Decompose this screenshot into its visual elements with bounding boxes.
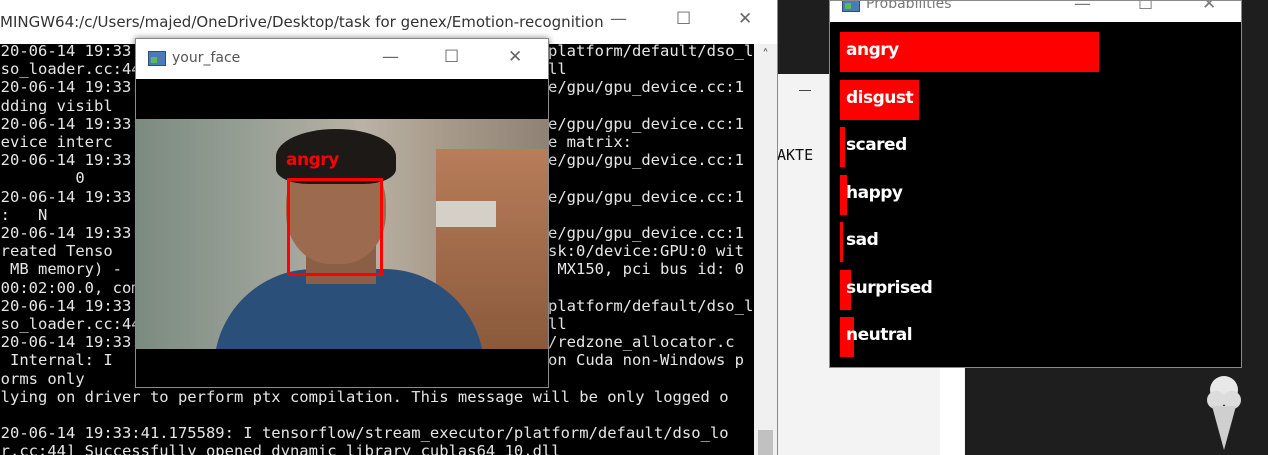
terminal-line-fragment: sk:0/device:GPU:0 wit bbox=[548, 242, 744, 261]
probability-label-disgust: disgust bbox=[846, 87, 914, 108]
terminal-line: 2020-06-14 19:33:41.175589: I tensorflow… bbox=[0, 424, 729, 443]
terminal-line: 2020-06-14 19:33:4 bbox=[0, 296, 150, 315]
face-maximize-button[interactable]: ☐ bbox=[444, 47, 459, 67]
terminal-line-fragment: e matrix: bbox=[548, 133, 632, 151]
terminal-line-fragment: e/gpu/gpu_device.cc:1 bbox=[548, 151, 744, 170]
terminal-line-fragment: ll bbox=[548, 315, 567, 333]
webcam-frame: angry bbox=[136, 119, 548, 349]
probability-label-surprised: surprised bbox=[846, 277, 933, 298]
terminal-line: 0: N bbox=[0, 205, 48, 224]
face-close-button[interactable]: ✕ bbox=[508, 47, 522, 67]
terminal-line-fragment: /redzone_allocator.c bbox=[548, 333, 735, 352]
terminal-line: Created Tenso bbox=[0, 242, 113, 261]
terminal-line: 2020-06-14 19:33:4 bbox=[0, 333, 150, 352]
terminal-line-fragment: e/gpu/gpu_device.cc:1 bbox=[548, 78, 744, 97]
probability-bar-scared bbox=[840, 127, 845, 167]
terminal-line-fragment: ll bbox=[548, 60, 567, 79]
terminal-line: 2] Internal: I bbox=[0, 351, 113, 370]
background-window-text: AKTE bbox=[777, 146, 814, 164]
scrollbar-thumb[interactable] bbox=[758, 430, 773, 455]
terminal-line: 2020-06-14 19:33:3 bbox=[0, 78, 150, 97]
terminal-line-fragment: e/gpu/gpu_device.cc:1 bbox=[548, 224, 744, 242]
terminal-minimize-button[interactable]: — bbox=[610, 9, 627, 29]
probability-label-happy: happy bbox=[846, 182, 903, 203]
terminal-line-fragment: e/gpu/gpu_device.cc:1 bbox=[548, 114, 744, 133]
face-titlebar[interactable]: your_face — ☐ ✕ bbox=[136, 39, 548, 79]
terminal-line: 0 bbox=[75, 169, 85, 188]
terminal-line: (0 MB memory) - bbox=[0, 260, 122, 279]
probability-label-scared: scared bbox=[846, 135, 907, 155]
app-icon bbox=[148, 51, 166, 66]
terminal-line: Device interc bbox=[0, 133, 113, 151]
terminal-line: 2020-06-14 19:33:3 bbox=[0, 224, 150, 242]
minimize-dash bbox=[799, 90, 811, 91]
probability-label-angry: angry bbox=[846, 40, 899, 60]
probability-bar-sad bbox=[840, 222, 843, 262]
terminal-line-fragment: on Cuda non-Windows p bbox=[548, 351, 744, 370]
face-detection-box bbox=[287, 178, 383, 276]
probabilities-title: Probabilities bbox=[866, 1, 952, 12]
probabilities-maximize-button[interactable]: ☐ bbox=[1138, 1, 1153, 14]
terminal-title: MINGW64:/c/Users/majed/OneDrive/Desktop/… bbox=[0, 13, 604, 31]
app-icon bbox=[842, 1, 860, 12]
scroll-up-icon[interactable]: ˄ bbox=[754, 48, 777, 63]
terminal-line: 2020-06-14 19:33:3 bbox=[0, 114, 150, 133]
terminal-line: der.cc:44] Successfully opened dynamic l… bbox=[0, 442, 561, 455]
terminal-line: Relying on driver to perform ptx compila… bbox=[0, 387, 729, 406]
terminal-line: Adding visibl bbox=[0, 96, 113, 115]
terminal-line: 2020-06-14 19:33:3 bbox=[0, 151, 150, 170]
terminal-line-fragment: MX150, pci bus id: 0 bbox=[548, 260, 744, 279]
emotion-label: angry bbox=[286, 150, 339, 170]
probability-label-sad: sad bbox=[846, 230, 879, 250]
terminal-line-fragment: e/gpu/gpu_device.cc:1 bbox=[548, 187, 744, 206]
terminal-line: 2020-06-14 19:33:3 bbox=[0, 187, 150, 206]
probabilities-minimize-button[interactable]: — bbox=[1074, 1, 1091, 14]
probabilities-close-button[interactable]: ✕ bbox=[1202, 1, 1216, 14]
terminal-maximize-button[interactable]: ☐ bbox=[676, 9, 691, 29]
probabilities-window[interactable]: Probabilities — ☐ ✕ angry disgust scared ha… bbox=[829, 0, 1242, 368]
terminal-line: 2020-06-14 19:33:3 bbox=[0, 44, 150, 60]
ice-cream-icon bbox=[1207, 376, 1241, 450]
face-window[interactable]: your_face — ☐ ✕ angry bbox=[135, 38, 549, 388]
probability-label-neutral: neutral bbox=[846, 325, 913, 345]
face-window-title: your_face bbox=[172, 50, 241, 66]
terminal-scrollbar[interactable]: ˄ bbox=[754, 44, 777, 455]
terminal-line-fragment: platform/default/dso_lo bbox=[548, 296, 754, 315]
shelf bbox=[436, 201, 496, 227]
probabilities-titlebar[interactable]: Probabilities — ☐ ✕ bbox=[830, 1, 1241, 22]
face-minimize-button[interactable]: — bbox=[382, 47, 399, 67]
terminal-line: rforms only bbox=[0, 369, 85, 388]
terminal-line-fragment: platform/default/dso_lo bbox=[548, 44, 754, 60]
terminal-close-button[interactable]: ✕ bbox=[738, 9, 752, 29]
